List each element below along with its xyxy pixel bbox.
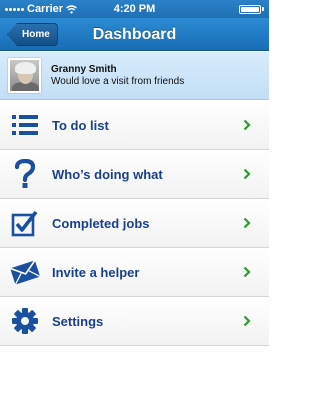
status-left: Carrier — [5, 3, 78, 15]
menu-item-completed-jobs[interactable]: Completed jobs — [0, 199, 269, 248]
battery-icon — [239, 4, 264, 14]
checkbox-icon — [10, 208, 40, 238]
menu-list: To do list Who’s doing what Completed jo… — [0, 101, 269, 346]
carrier-label: Carrier — [27, 3, 64, 15]
chevron-right-icon — [243, 266, 251, 278]
nav-bar: Home Dashboard — [0, 18, 269, 51]
chevron-right-icon — [243, 168, 251, 180]
list-icon — [10, 110, 40, 140]
menu-item-invite-a-helper[interactable]: Invite a helper — [0, 248, 269, 297]
empty-area — [0, 346, 269, 399]
wifi-icon — [66, 4, 78, 14]
menu-item-to-do-list[interactable]: To do list — [0, 101, 269, 150]
home-back-button[interactable]: Home — [7, 23, 58, 46]
chevron-right-icon — [243, 119, 251, 131]
gear-icon — [10, 306, 40, 336]
signal-icon — [5, 7, 24, 11]
envelope-icon — [10, 257, 40, 287]
avatar — [8, 58, 41, 93]
menu-item-whos-doing-what[interactable]: Who’s doing what — [0, 150, 269, 199]
question-icon — [10, 159, 40, 189]
menu-item-label: Settings — [52, 314, 104, 329]
menu-item-label: Who’s doing what — [52, 167, 163, 182]
menu-item-label: To do list — [52, 118, 109, 133]
menu-item-label: Invite a helper — [52, 265, 140, 280]
profile-name: Granny Smith — [51, 64, 117, 75]
menu-item-label: Completed jobs — [52, 216, 150, 231]
chevron-right-icon — [243, 315, 251, 327]
menu-item-settings[interactable]: Settings — [0, 297, 269, 346]
chevron-right-icon — [243, 217, 251, 229]
profile-status: Would love a visit from friends — [51, 76, 185, 87]
profile-header[interactable]: Granny Smith Would love a visit from fri… — [0, 52, 269, 100]
status-bar: Carrier 4:20 PM — [0, 0, 269, 18]
